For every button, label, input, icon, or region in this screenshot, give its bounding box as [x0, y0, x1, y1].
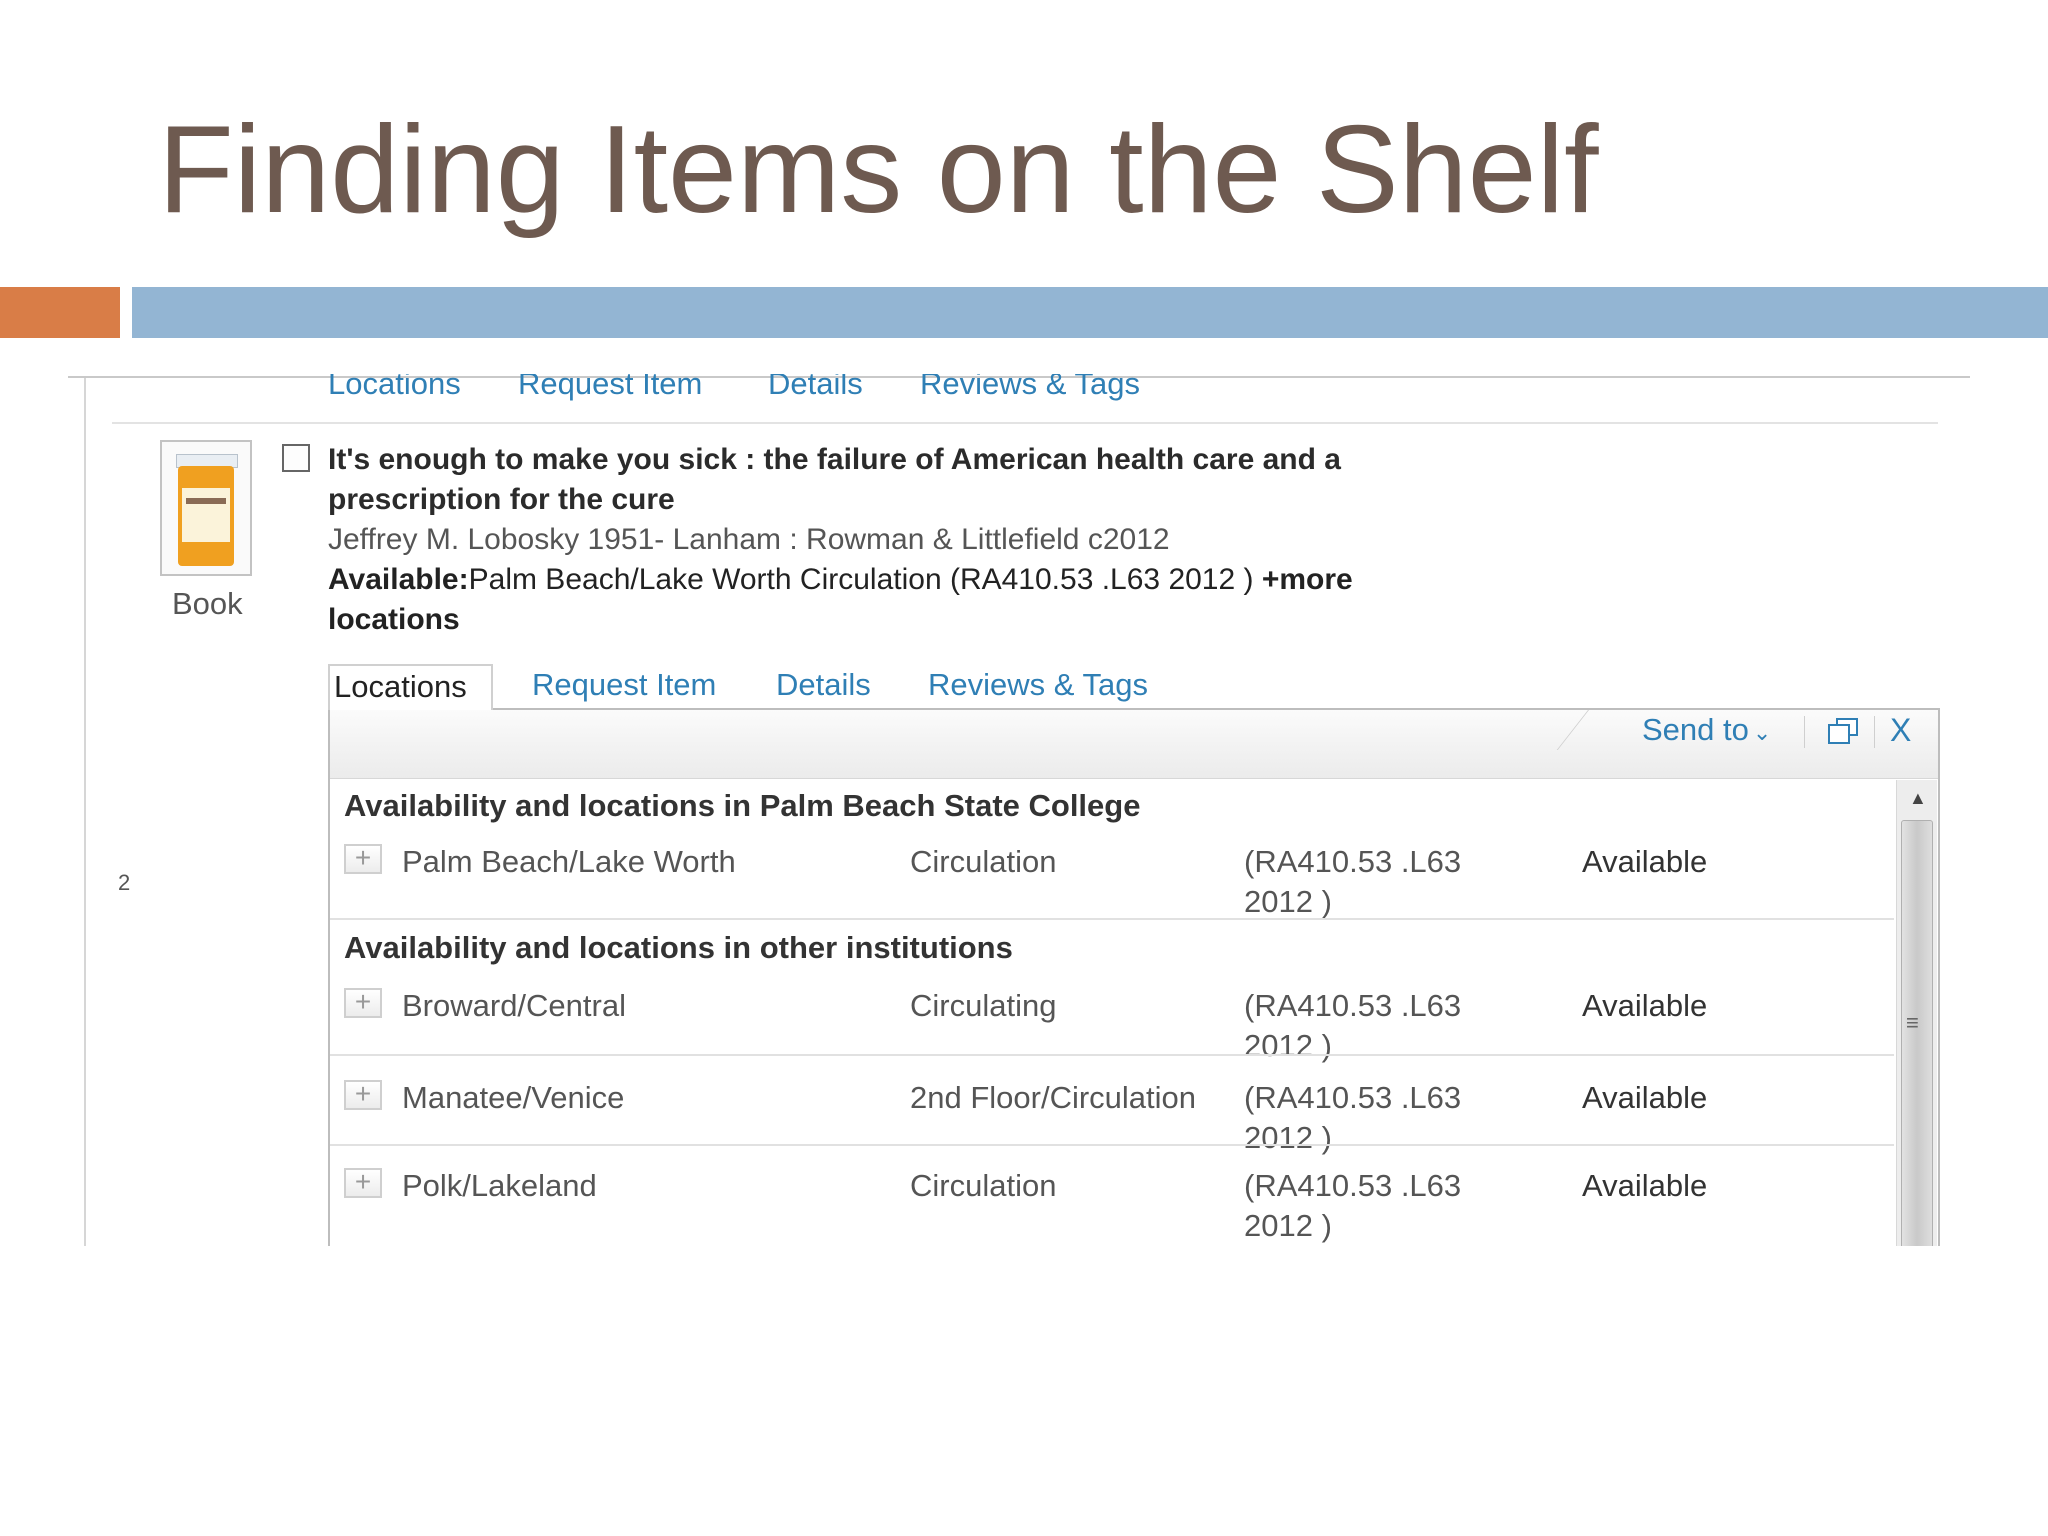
location-status: Available	[1582, 1080, 1708, 1115]
prev-tab-details[interactable]: Details	[768, 374, 863, 402]
location-library: Broward/Central	[402, 988, 626, 1023]
chevron-down-icon: ⌄	[1752, 720, 1772, 745]
location-collection: Circulation	[910, 1168, 1057, 1203]
more-locations-link[interactable]: +more	[1262, 563, 1353, 596]
record-select-checkbox[interactable]	[282, 444, 310, 472]
panel-toolbar: Send to ⌄ X	[330, 710, 1938, 779]
location-row: + Polk/Lakeland Circulation (RA410.53 .L…	[330, 1168, 1894, 1246]
slide-title: Finding Items on the Shelf	[158, 101, 1599, 239]
location-library: Manatee/Venice	[402, 1080, 625, 1115]
record-type-label: Book	[172, 586, 243, 621]
record-availability: Available:Palm Beach/Lake Worth Circulat…	[328, 560, 1353, 600]
location-collection: 2nd Floor/Circulation	[910, 1080, 1197, 1115]
location-library: Polk/Lakeland	[402, 1168, 597, 1203]
result-number: 2	[118, 870, 131, 895]
scroll-grip-icon: ≡	[1906, 1010, 1919, 1035]
expand-plus-icon[interactable]: +	[344, 1080, 382, 1110]
expand-plus-icon[interactable]: +	[344, 844, 382, 874]
location-status: Available	[1582, 1168, 1708, 1203]
other-availability-heading: Availability and locations in other inst…	[344, 930, 1013, 965]
vertical-scrollbar[interactable]: ▲ ≡	[1896, 780, 1937, 1246]
location-status: Available	[1582, 844, 1708, 879]
location-call-number: (RA410.53 .L63 2012 )	[1244, 1080, 1462, 1155]
location-call-number: (RA410.53 .L63 2012 )	[1244, 844, 1462, 919]
send-to-button[interactable]: Send to ⌄	[1642, 710, 1771, 753]
location-row: + Broward/Central Circulating (RA410.53 …	[330, 988, 1894, 1063]
record-author: Jeffrey M. Lobosky 1951- Lanham : Rowman…	[328, 523, 1170, 556]
location-status: Available	[1582, 988, 1708, 1023]
availability-text: Palm Beach/Lake Worth Circulation (RA410…	[468, 563, 1254, 596]
location-call-number: (RA410.53 .L63 2012 )	[1244, 1168, 1462, 1243]
accent-bar-orange	[0, 287, 120, 338]
record-title-line2[interactable]: prescription for the cure	[328, 480, 675, 520]
tab-request-item[interactable]: Request Item	[532, 664, 716, 708]
catalog-screenshot: Locations Request Item Details Reviews &…	[68, 374, 1970, 1246]
book-cover-pill-bottle-icon[interactable]	[160, 440, 252, 576]
availability-list: Availability and locations in Palm Beach…	[330, 780, 1896, 1246]
location-library: Palm Beach/Lake Worth	[402, 844, 736, 879]
send-to-label: Send to	[1642, 712, 1749, 747]
more-locations-link-cont[interactable]: locations	[328, 600, 460, 640]
expand-plus-icon[interactable]: +	[344, 988, 382, 1018]
scroll-up-arrow-icon[interactable]: ▲	[1909, 788, 1927, 809]
popout-window-icon[interactable]	[1824, 714, 1858, 746]
prev-tab-locations[interactable]: Locations	[328, 374, 461, 402]
record-separator	[112, 422, 1938, 424]
close-icon[interactable]: X	[1890, 710, 1911, 750]
prev-tab-reviews-tags[interactable]: Reviews & Tags	[920, 374, 1140, 402]
locations-panel: Send to ⌄ X Availability and locations in…	[328, 708, 1940, 1246]
accent-bar-blue	[132, 287, 2048, 338]
tab-locations[interactable]: Locations	[328, 664, 493, 710]
location-row: + Manatee/Venice 2nd Floor/Circulation (…	[330, 1080, 1894, 1155]
location-collection: Circulating	[910, 988, 1057, 1023]
tab-reviews-tags[interactable]: Reviews & Tags	[928, 664, 1148, 708]
location-collection: Circulation	[910, 844, 1057, 879]
availability-label: Available:	[328, 563, 469, 596]
left-divider	[84, 378, 86, 1246]
prev-tab-request-item[interactable]: Request Item	[518, 374, 702, 402]
home-availability-heading: Availability and locations in Palm Beach…	[344, 788, 1141, 823]
location-row: + Palm Beach/Lake Worth Circulation (RA4…	[330, 844, 1894, 920]
record-title-line1[interactable]: It's enough to make you sick : the failu…	[328, 440, 1341, 480]
tab-details[interactable]: Details	[776, 664, 871, 708]
expand-plus-icon[interactable]: +	[344, 1168, 382, 1198]
